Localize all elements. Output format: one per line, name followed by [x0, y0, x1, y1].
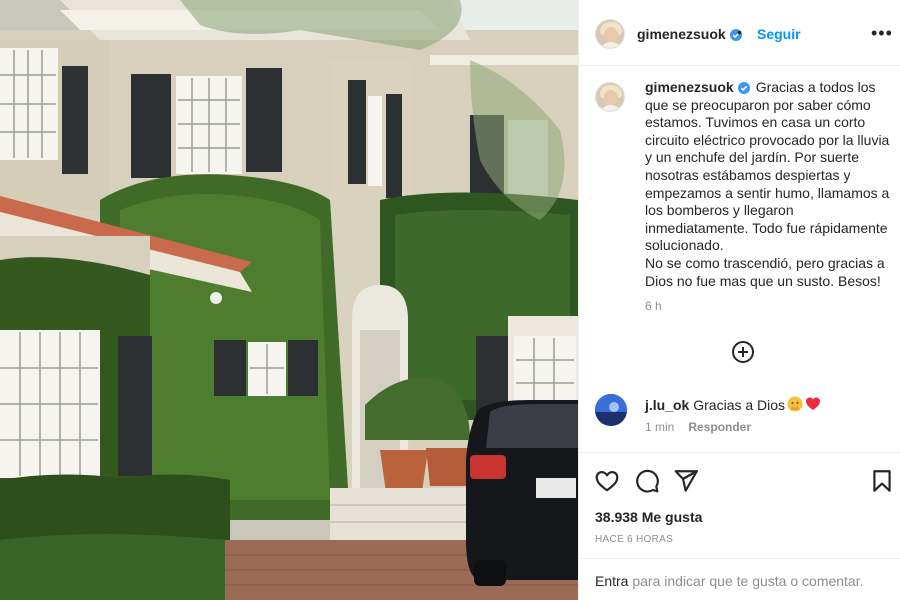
- like-count[interactable]: 38.938 Me gusta: [595, 509, 702, 525]
- follow-button[interactable]: Seguir: [757, 26, 801, 42]
- comment-meta: 1 min Responder: [645, 420, 751, 434]
- comment-item: j.lu_ok Gracias a Dios 1 min Responder: [595, 392, 895, 436]
- comment-line: j.lu_ok Gracias a Dios: [645, 396, 821, 413]
- caption-timestamp[interactable]: 6 h: [645, 299, 662, 313]
- red-heart-emoji: [806, 397, 821, 410]
- login-prompt: Entra para indicar que te gusta o coment…: [579, 558, 900, 600]
- caption-avatar[interactable]: [595, 82, 625, 112]
- more-options-icon[interactable]: •••: [871, 24, 893, 42]
- author-username[interactable]: gimenezsuok: [637, 26, 726, 42]
- post-timestamp: HACE 6 HORAS: [595, 534, 674, 545]
- heart-icon[interactable]: [594, 468, 620, 494]
- caption-username[interactable]: gimenezsuok: [645, 79, 734, 95]
- post-header: gimenezsuok • Seguir •••: [579, 0, 900, 66]
- comment-text: Gracias a Dios: [693, 397, 786, 413]
- login-prompt-text: Entra para indicar que te gusta o coment…: [595, 573, 864, 589]
- commenter-username[interactable]: j.lu_ok: [645, 397, 689, 413]
- reply-button[interactable]: Responder: [688, 420, 751, 434]
- comment-icon[interactable]: [634, 468, 660, 494]
- share-icon[interactable]: [673, 468, 699, 494]
- caption-text: gimenezsuok Gracias a todos los que se pr…: [645, 79, 895, 290]
- action-bar: [579, 452, 900, 512]
- post-photo[interactable]: [0, 0, 578, 600]
- plus-circle-icon[interactable]: [731, 340, 755, 364]
- post-side-panel: gimenezsuok • Seguir ••• gimenezsuok Grac…: [578, 0, 900, 600]
- login-prompt-rest: para indicar que te gusta o comentar.: [628, 573, 864, 589]
- comment-time[interactable]: 1 min: [645, 420, 674, 434]
- commenter-avatar[interactable]: [595, 394, 627, 426]
- praying-face-emoji: [787, 396, 803, 412]
- author-avatar[interactable]: [595, 19, 625, 49]
- separator-dot: •: [737, 24, 742, 40]
- caption-body: Gracias a todos los que se preocuparon p…: [645, 79, 890, 289]
- author-username-wrap: gimenezsuok: [637, 26, 742, 44]
- verified-badge-icon: [737, 82, 750, 94]
- bookmark-icon[interactable]: [869, 468, 895, 494]
- house-photo: [0, 0, 578, 600]
- login-link[interactable]: Entra: [595, 573, 628, 589]
